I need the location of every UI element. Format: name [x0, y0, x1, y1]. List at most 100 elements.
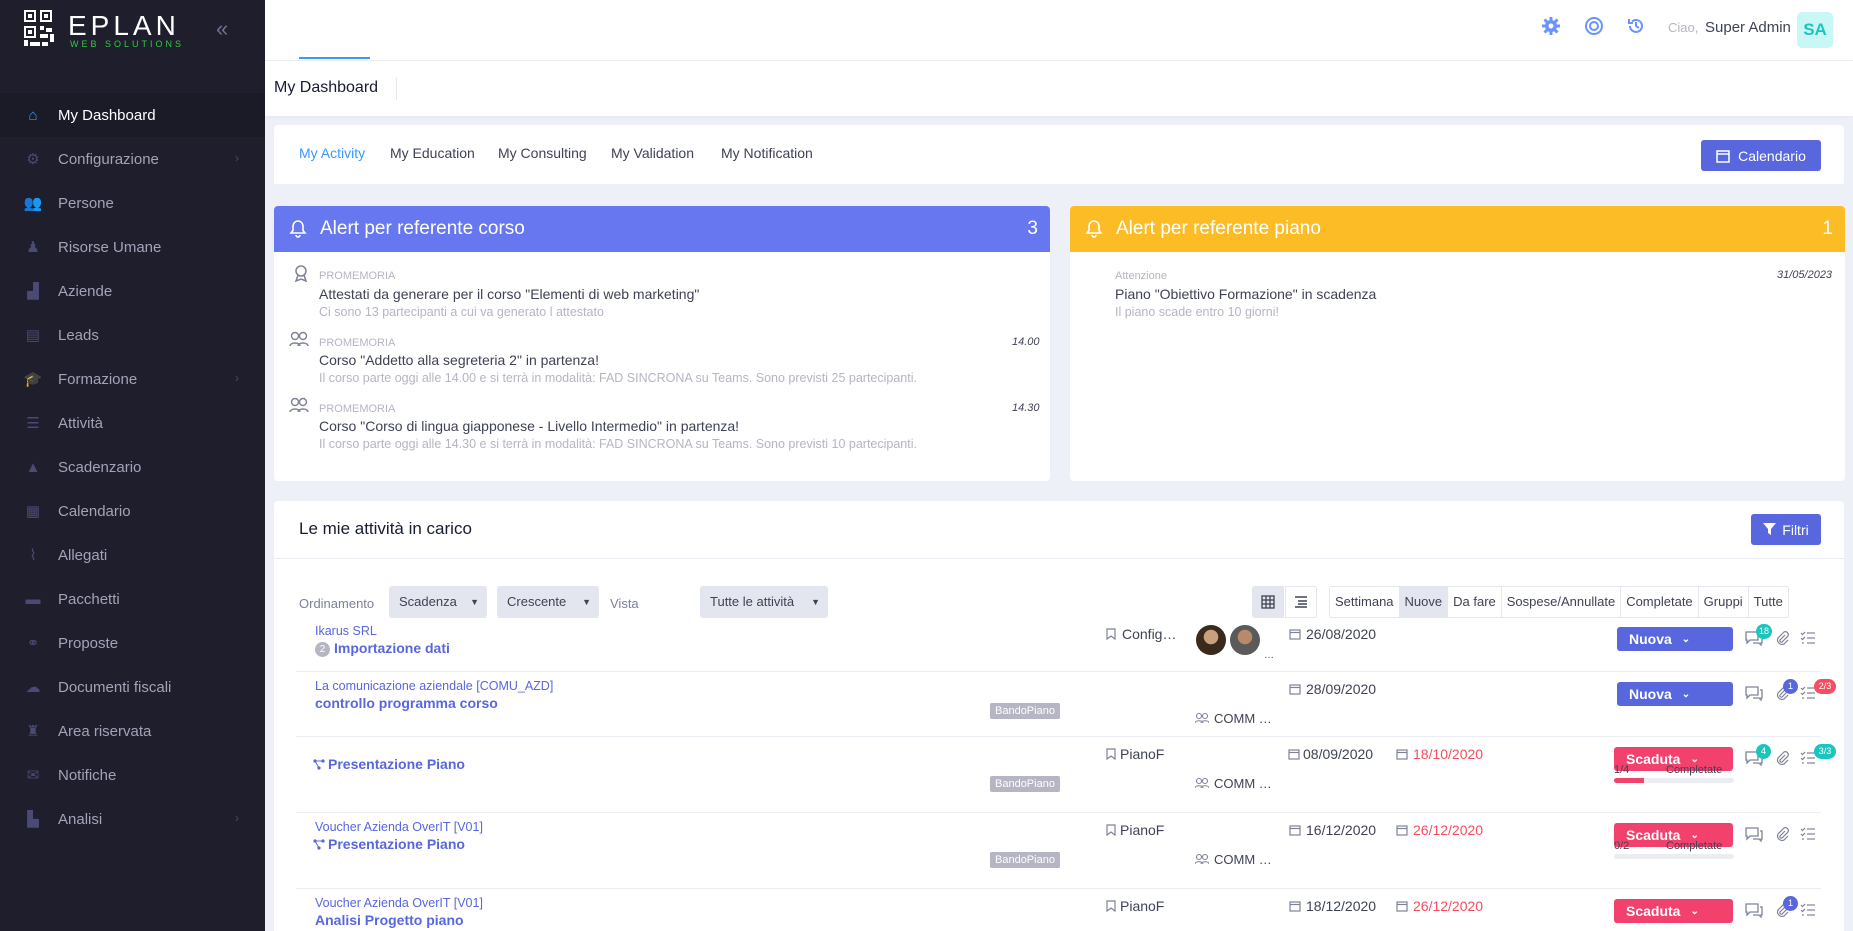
- row-start-date: 26/08/2020: [1306, 626, 1377, 642]
- sidebar-item-analisi[interactable]: ▙ Analisi ›: [0, 797, 265, 841]
- alert-course-count: 3: [1027, 218, 1038, 239]
- sidebar-item-my-dashboard[interactable]: ⌂ My Dashboard: [0, 93, 265, 137]
- sidebar-item-label: Calendario: [58, 502, 131, 520]
- filter-sospese-annullate[interactable]: Sospese/Annullate: [1502, 587, 1622, 617]
- filter-tutte[interactable]: Tutte: [1749, 587, 1788, 617]
- tab-my-notification[interactable]: My Notification: [721, 145, 813, 161]
- sidebar-item-aziende[interactable]: ▟ Aziende: [0, 269, 265, 313]
- eplan-logo[interactable]: EPLAN WEB SOLUTIONS: [24, 10, 214, 52]
- alert-title[interactable]: Piano "Obiettivo Formazione" in scadenza: [1115, 286, 1376, 302]
- avatar[interactable]: [1230, 625, 1260, 655]
- row-company-link[interactable]: La comunicazione aziendale [COMU_AZD]: [315, 679, 553, 693]
- collapse-sidebar-icon[interactable]: «: [216, 16, 228, 42]
- sidebar-item-documenti-fiscali[interactable]: ☁ Documenti fiscali: [0, 665, 265, 709]
- chevron-down-icon: ⌄: [1690, 829, 1699, 841]
- row-title-link[interactable]: Presentazione Piano: [328, 836, 465, 852]
- subheader-divider: [396, 78, 397, 100]
- sidebar-item-attivit[interactable]: ☰ Attività: [0, 401, 265, 445]
- caret-down-icon: ▼: [811, 597, 820, 607]
- filter-completate[interactable]: Completate: [1621, 587, 1699, 617]
- row-assignee[interactable]: COMM …: [1214, 711, 1272, 726]
- tab-my-consulting[interactable]: My Consulting: [498, 145, 587, 161]
- calendario-button[interactable]: Calendario: [1701, 140, 1821, 171]
- sidebar-item-proposte[interactable]: ⚭ Proposte: [0, 621, 265, 665]
- comments-icon[interactable]: [1745, 826, 1763, 845]
- row-category: PianoF: [1120, 898, 1165, 914]
- comments-icon[interactable]: [1745, 685, 1763, 704]
- row-title-link[interactable]: controllo programma corso: [315, 695, 498, 711]
- list-icon: ☰: [26, 415, 40, 432]
- checklist-count-badge: 3/3: [1814, 744, 1836, 759]
- sidebar-item-configurazione[interactable]: ⚙ Configurazione ›: [0, 137, 265, 181]
- row-company-link[interactable]: Voucher Azienda OverIT [V01]: [315, 896, 483, 910]
- user-name[interactable]: Super Admin: [1705, 19, 1791, 36]
- filter-nuove[interactable]: Nuove: [1399, 587, 1449, 617]
- tab-my-education[interactable]: My Education: [390, 145, 475, 161]
- history-icon[interactable]: [1626, 16, 1646, 36]
- avatar[interactable]: [1196, 625, 1226, 655]
- direction-select[interactable]: Crescente ▼: [497, 586, 599, 618]
- alert-description: Il corso parte oggi alle 14.30 e si terr…: [319, 437, 917, 451]
- tab-my-validation[interactable]: My Validation: [611, 145, 694, 161]
- filter-da-fare[interactable]: Da fare: [1448, 587, 1502, 617]
- sidebar-item-persone[interactable]: 👥 Persone: [0, 181, 265, 225]
- status-dropdown[interactable]: Nuova ⌄: [1617, 627, 1733, 651]
- sidebar-item-label: Proposte: [58, 634, 119, 652]
- filter-gruppi[interactable]: Gruppi: [1699, 587, 1749, 617]
- sidebar-item-label: Allegati: [58, 546, 108, 564]
- filter-icon: [1763, 523, 1777, 535]
- subheader: My Dashboard: [265, 61, 1853, 116]
- row-company-link[interactable]: Ikarus SRL: [315, 624, 377, 638]
- grid-view-button[interactable]: [1252, 586, 1284, 618]
- sidebar-item-area-riservata[interactable]: ♜ Area riservata: [0, 709, 265, 753]
- help-lifering-icon[interactable]: [1584, 16, 1604, 36]
- sidebar-item-allegati[interactable]: ⌇ Allegati: [0, 533, 265, 577]
- tab-my-activity[interactable]: My Activity: [299, 145, 365, 161]
- chevron-down-icon: ⌄: [1690, 905, 1699, 917]
- alert-description: Il piano scade entro 10 giorni!: [1115, 305, 1279, 319]
- caret-down-icon: ▼: [470, 597, 479, 607]
- row-title-link[interactable]: Presentazione Piano: [328, 756, 465, 772]
- list-view-button[interactable]: [1285, 586, 1317, 618]
- sidebar-item-label: Scadenzario: [58, 458, 142, 476]
- row-title-link[interactable]: Analisi Progetto piano: [315, 912, 464, 928]
- paperclip-icon[interactable]: [1775, 750, 1789, 769]
- settings-icon[interactable]: [1541, 16, 1561, 36]
- checklist-icon[interactable]: [1800, 630, 1816, 649]
- alert-title[interactable]: Attestati da generare per il corso "Elem…: [319, 286, 699, 302]
- sidebar-item-label: Formazione: [58, 370, 138, 388]
- order-label: Ordinamento: [299, 596, 375, 611]
- paperclip-icon[interactable]: [1775, 630, 1789, 649]
- row-company-link[interactable]: Voucher Azienda OverIT [V01]: [315, 820, 483, 834]
- row-assignee[interactable]: COMM …: [1214, 776, 1272, 791]
- row-tag: BandoPiano: [990, 703, 1060, 719]
- checklist-icon[interactable]: [1800, 902, 1816, 921]
- row-divider: [296, 671, 1821, 672]
- row-assignee[interactable]: COMM …: [1214, 852, 1272, 867]
- sidebar-item-risorse-umane[interactable]: ♟ Risorse Umane: [0, 225, 265, 269]
- archive-icon: ▬: [25, 590, 41, 608]
- user-avatar[interactable]: SA: [1797, 12, 1833, 48]
- sidebar-item-calendario[interactable]: ▦ Calendario: [0, 489, 265, 533]
- view-select[interactable]: Tutte le attività ▼: [700, 586, 828, 618]
- alert-title[interactable]: Corso "Addetto alla segreteria 2" in par…: [319, 352, 599, 368]
- alert-title[interactable]: Corso "Corso di lingua giapponese - Live…: [319, 418, 739, 434]
- status-dropdown[interactable]: Scaduta ⌄: [1614, 899, 1733, 923]
- handshake-icon: ⚭: [26, 635, 40, 652]
- paperclip-icon[interactable]: [1775, 826, 1789, 845]
- checklist-icon[interactable]: [1800, 826, 1816, 845]
- sidebar-item-label: Documenti fiscali: [58, 678, 172, 696]
- sidebar-item-label: Attività: [58, 414, 104, 432]
- order-select[interactable]: Scadenza ▼: [389, 586, 487, 618]
- sidebar-item-notifiche[interactable]: ✉ Notifiche: [0, 753, 265, 797]
- sidebar-item-formazione[interactable]: 🎓 Formazione ›: [0, 357, 265, 401]
- comments-icon[interactable]: [1745, 902, 1763, 921]
- filter-settimana[interactable]: Settimana: [1330, 587, 1400, 617]
- progress-bar: [1614, 778, 1734, 783]
- filtri-button[interactable]: Filtri: [1751, 514, 1821, 545]
- sidebar-item-pacchetti[interactable]: ▬ Pacchetti: [0, 577, 265, 621]
- row-title-link[interactable]: Importazione dati: [334, 640, 450, 656]
- sidebar-item-leads[interactable]: ▤ Leads: [0, 313, 265, 357]
- status-dropdown[interactable]: Nuova ⌄: [1617, 682, 1733, 706]
- sidebar-item-scadenzario[interactable]: ▲ Scadenzario: [0, 445, 265, 489]
